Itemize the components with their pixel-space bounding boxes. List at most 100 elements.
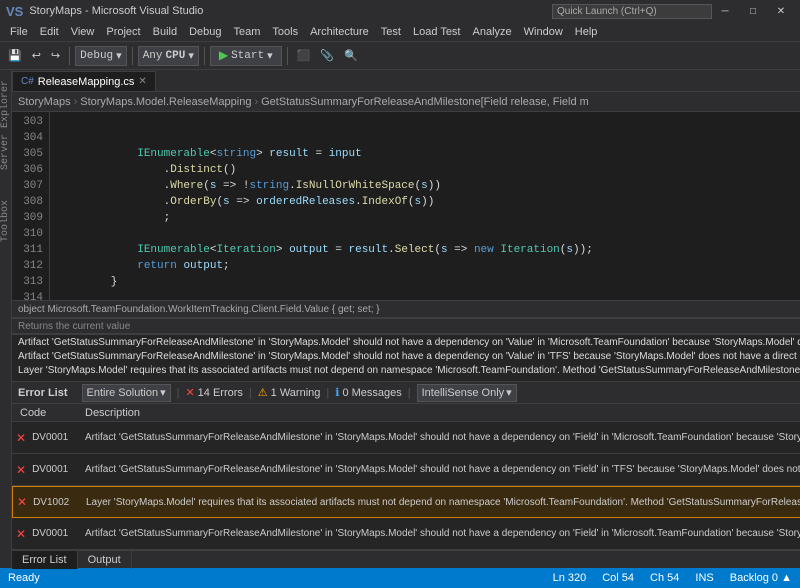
code-line-308: .OrderBy(s => orderedReleases.IndexOf(s)… <box>58 194 800 210</box>
scope-label: Entire Solution <box>87 387 159 399</box>
menu-window[interactable]: Window <box>518 24 569 40</box>
errors-badge[interactable]: ✕ 14 Errors <box>185 386 242 399</box>
code-line-312: return output; <box>58 258 800 274</box>
toolbar-redo-btn[interactable]: ↪ <box>47 47 64 65</box>
error-panel-title: Error List <box>18 387 68 399</box>
table-row[interactable]: ✕ DV0001 Artifact 'GetStatusSummaryForRe… <box>12 518 800 550</box>
error-code-2: DV0001 <box>32 464 68 475</box>
menu-debug[interactable]: Debug <box>183 24 227 40</box>
code-line-307: .Where(s => !string.IsNullOrWhiteSpace(s… <box>58 178 800 194</box>
config-dropdown[interactable]: Debug ▾ <box>75 46 127 66</box>
error-code-cell-4: ✕ DV0001 <box>16 527 81 541</box>
line-numbers: 303 304 305 306 307 308 309 310 311 312 … <box>12 112 50 300</box>
close-button[interactable]: ✕ <box>768 3 794 19</box>
tab-release-mapping[interactable]: C# ReleaseMapping.cs ✕ <box>12 71 156 91</box>
error-desc-3: Layer 'StoryMaps.Model' requires that it… <box>82 497 800 508</box>
error-panel: Error List Entire Solution ▾ | ✕ 14 Erro… <box>12 381 800 568</box>
toolbar-undo-btn[interactable]: ↩ <box>28 47 45 65</box>
warning-msg-1: Artifact 'GetStatusSummaryForReleaseAndM… <box>18 337 800 351</box>
toolbar-misc1[interactable]: ⬛ <box>293 47 315 65</box>
table-row[interactable]: ✕ DV0001 Artifact 'GetStatusSummaryForRe… <box>12 422 800 454</box>
menu-help[interactable]: Help <box>569 24 604 40</box>
server-explorer-label[interactable]: Server Explorer <box>0 80 11 170</box>
status-backlog[interactable]: Backlog 0 ▲ <box>730 572 792 584</box>
start-button[interactable]: ▶ Start ▾ <box>210 46 282 66</box>
left-sidebar: Server Explorer Toolbox <box>0 70 12 568</box>
menu-analyze[interactable]: Analyze <box>467 24 518 40</box>
toolbar-sep-1 <box>69 47 70 65</box>
chevron-icon: ▾ <box>160 386 166 399</box>
bottom-tab-error-list[interactable]: Error List <box>12 551 78 569</box>
toolbar-save-btn[interactable]: 💾 <box>4 47 26 65</box>
maximize-button[interactable]: □ <box>740 3 766 19</box>
menu-test[interactable]: Test <box>375 24 407 40</box>
messages-badge[interactable]: ℹ 0 Messages <box>335 386 402 399</box>
content-area: C# ReleaseMapping.cs ✕ StoryMaps › Story… <box>12 70 800 568</box>
breadcrumb-part-1[interactable]: StoryMaps <box>18 96 71 108</box>
code-line-314 <box>58 290 800 300</box>
minimize-button[interactable]: ─ <box>712 3 738 19</box>
error-desc-4: Artifact 'GetStatusSummaryForReleaseAndM… <box>81 528 800 539</box>
info-subtext-bar: Returns the current value <box>12 318 800 334</box>
menu-tools[interactable]: Tools <box>266 24 304 40</box>
menu-file[interactable]: File <box>4 24 34 40</box>
status-ins: INS <box>695 572 713 584</box>
warnings-badge[interactable]: ⚠ 1 Warning <box>258 386 321 399</box>
status-ln: Ln 320 <box>553 572 587 584</box>
warning-icon: ⚠ <box>258 386 268 399</box>
menu-project[interactable]: Project <box>100 24 146 40</box>
menu-build[interactable]: Build <box>147 24 183 40</box>
toolbar-sep-4 <box>287 47 288 65</box>
table-row[interactable]: ✕ DV1002 Layer 'StoryMaps.Model' require… <box>12 486 800 518</box>
scope-dropdown[interactable]: Entire Solution ▾ <box>82 384 171 402</box>
cpu-label: CPU <box>166 50 186 62</box>
toolbar-misc2[interactable]: 📎 <box>316 47 338 65</box>
code-line-309: ; <box>58 210 800 226</box>
error-icon-3: ✕ <box>17 495 27 509</box>
menu-edit[interactable]: Edit <box>34 24 65 40</box>
menu-view[interactable]: View <box>65 24 101 40</box>
menu-load-test[interactable]: Load Test <box>407 24 467 40</box>
start-dropdown-icon: ▾ <box>267 49 273 63</box>
error-code-cell-1: ✕ DV0001 <box>16 431 81 445</box>
info-bar: object Microsoft.TeamFoundation.WorkItem… <box>12 300 800 318</box>
error-code-3: DV1002 <box>33 497 69 508</box>
warning-bar: Artifact 'GetStatusSummaryForReleaseAndM… <box>12 334 800 381</box>
breadcrumb-sep-1: › <box>74 96 78 108</box>
start-label: Start <box>231 50 264 62</box>
toolbox-label[interactable]: Toolbox <box>0 200 11 242</box>
error-desc-1: Artifact 'GetStatusSummaryForReleaseAndM… <box>81 432 800 443</box>
intellisense-dropdown[interactable]: IntelliSense Only ▾ <box>417 384 517 402</box>
error-table-header: Code Description Project File Line Supp.… <box>12 404 800 422</box>
bottom-tab-bar: Error List Output <box>12 550 800 568</box>
toolbar-sep-3 <box>204 47 205 65</box>
status-ch: Ch 54 <box>650 572 679 584</box>
col-header-desc[interactable]: Description <box>81 407 800 419</box>
error-code-4: DV0001 <box>32 528 68 539</box>
code-line-303 <box>58 114 800 130</box>
tab-label: ReleaseMapping.cs <box>38 76 135 88</box>
play-icon: ▶ <box>219 48 228 63</box>
error-icon-2: ✕ <box>16 463 26 477</box>
bottom-tab-output[interactable]: Output <box>78 551 132 569</box>
error-rows: ✕ DV0001 Artifact 'GetStatusSummaryForRe… <box>12 422 800 550</box>
menu-architecture[interactable]: Architecture <box>304 24 375 40</box>
app-icon: VS <box>6 4 23 19</box>
intellisense-label: IntelliSense Only <box>422 387 505 399</box>
toolbar-misc3[interactable]: 🔍 <box>340 47 362 65</box>
breadcrumb-bar: StoryMaps › StoryMaps.Model.ReleaseMappi… <box>12 92 800 112</box>
code-line-304 <box>58 130 800 146</box>
status-ready: Ready <box>8 572 40 584</box>
tab-close-icon[interactable]: ✕ <box>138 76 146 87</box>
tab-file-icon: C# <box>21 76 34 87</box>
platform-dropdown[interactable]: Any CPU ▾ <box>138 46 199 66</box>
badge-sep-3: | <box>408 387 411 399</box>
breadcrumb-part-3[interactable]: GetStatusSummaryForReleaseAndMilestone[F… <box>261 96 589 108</box>
quick-launch-input[interactable]: Quick Launch (Ctrl+Q) <box>552 4 712 19</box>
breadcrumb-part-2[interactable]: StoryMaps.Model.ReleaseMapping <box>80 96 251 108</box>
table-row[interactable]: ✕ DV0001 Artifact 'GetStatusSummaryForRe… <box>12 454 800 486</box>
main-container: Server Explorer Toolbox C# ReleaseMappin… <box>0 70 800 568</box>
code-content[interactable]: IEnumerable<string> result = input .Dist… <box>50 112 800 300</box>
menu-team[interactable]: Team <box>228 24 267 40</box>
col-header-code[interactable]: Code <box>16 407 81 419</box>
